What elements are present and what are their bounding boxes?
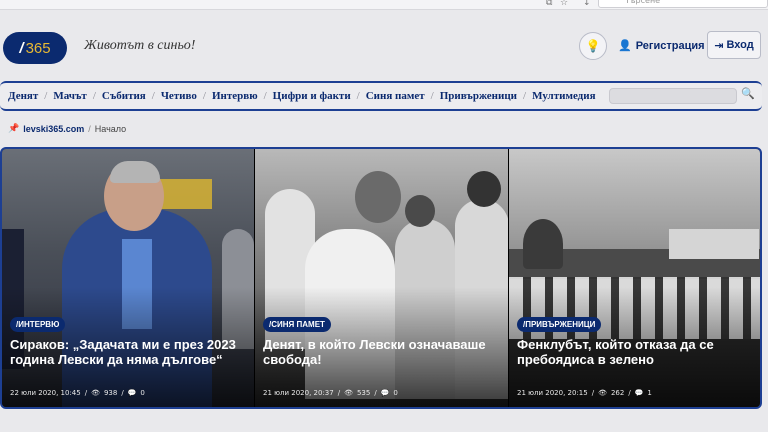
article-date: 21 юли 2020, 20:37: [263, 389, 334, 397]
featured-card[interactable]: /ПРИВЪРЖЕНИЦИ Фенклубът, който отказа да…: [508, 149, 760, 407]
register-button[interactable]: 👤 Регистрация: [618, 39, 705, 52]
nav-item-multimedia[interactable]: Мултимедия: [532, 90, 595, 102]
nav-item-machat[interactable]: Мачът: [53, 90, 86, 102]
main-nav: Денят / Мачът / Събития / Четиво / Интер…: [0, 81, 762, 111]
article-date: 21 юли 2020, 20:15: [517, 389, 588, 397]
nav-separator: /: [44, 90, 48, 102]
nav-item-sinya-pamet[interactable]: Синя памет: [366, 90, 425, 102]
search-icon[interactable]: 🔍: [741, 87, 755, 100]
site-search-input[interactable]: [609, 88, 737, 104]
photo-shape: [669, 229, 759, 259]
meta-separator: /: [84, 389, 88, 397]
category-badge[interactable]: /СИНЯ ПАМЕТ: [263, 317, 331, 332]
nav-item-intervyu[interactable]: Интервю: [212, 90, 258, 102]
article-title[interactable]: Фенклубът, който отказа да се пребоядиса…: [517, 337, 754, 367]
category-badge[interactable]: /ПРИВЪРЖЕНИЦИ: [517, 317, 602, 332]
comment-icon: 💬: [634, 389, 644, 397]
nav-separator: /: [92, 90, 96, 102]
breadcrumb-home[interactable]: levski365.com: [23, 124, 84, 134]
photo-shape: [523, 219, 563, 269]
breadcrumb: 📌 levski365.com / Начало: [8, 124, 126, 134]
photo-shape: [405, 195, 435, 227]
nav-item-privarzhenici[interactable]: Привърженици: [440, 90, 517, 102]
star-icon[interactable]: ☆: [560, 0, 568, 8]
view-count: 535: [356, 389, 371, 397]
nav-separator: /: [151, 90, 155, 102]
article-title[interactable]: Денят, в който Левски означаваше свобода…: [263, 337, 502, 367]
site-header: / 365 Животът в синьо! 💡 👤 Регистрация ⇥…: [0, 10, 768, 80]
article-title[interactable]: Сираков: „Задачата ми е през 2023 година…: [10, 337, 248, 367]
featured-articles: /ИНТЕРВЮ Сираков: „Задачата ми е през 20…: [0, 147, 762, 409]
pin-icon: 📌: [8, 124, 20, 134]
nav-separator: /: [523, 90, 527, 102]
comment-count: 0: [393, 389, 398, 397]
login-label: Вход: [726, 39, 754, 51]
featured-card[interactable]: /СИНЯ ПАМЕТ Денят, в който Левски означа…: [254, 149, 508, 407]
nav-item-sabitiya[interactable]: Събития: [102, 90, 146, 102]
featured-card[interactable]: /ИНТЕРВЮ Сираков: „Задачата ми е през 20…: [2, 149, 254, 407]
meta-separator: /: [628, 389, 631, 397]
site-tagline: Животът в синьо!: [84, 38, 196, 53]
lightbulb-button[interactable]: 💡: [579, 32, 607, 60]
nav-separator: /: [263, 90, 267, 102]
photo-shape: [110, 161, 160, 183]
eye-icon: 👁: [344, 389, 353, 397]
photo-shape: [467, 171, 501, 207]
eye-icon: 👁: [598, 389, 607, 397]
nav-separator: /: [202, 90, 206, 102]
download-icon[interactable]: ↓: [583, 0, 591, 8]
category-badge[interactable]: /ИНТЕРВЮ: [10, 317, 66, 332]
meta-separator: /: [121, 389, 124, 397]
site-logo[interactable]: / 365: [3, 32, 67, 64]
comment-count: 1: [647, 389, 652, 397]
comment-count: 0: [140, 389, 145, 397]
comment-icon: 💬: [380, 389, 390, 397]
article-date: 22 юли 2020, 10:45: [10, 389, 81, 397]
nav-separator: /: [356, 90, 360, 102]
sign-in-icon: ⇥: [714, 38, 724, 52]
breadcrumb-separator: /: [88, 124, 91, 134]
browser-search-input[interactable]: Търсене: [598, 0, 768, 8]
nav-item-denyat[interactable]: Денят: [8, 90, 38, 102]
register-label: Регистрация: [635, 39, 705, 52]
user-plus-icon: 👤: [618, 39, 632, 52]
comment-icon: 💬: [127, 389, 137, 397]
browser-toolbar: ⧉ ☆ ↓ Търсене: [0, 0, 768, 10]
article-meta: 21 юли 2020, 20:15 / 👁 262 / 💬 1: [517, 389, 652, 397]
logo-number: 365: [25, 39, 51, 57]
nav-item-chetivo[interactable]: Четиво: [161, 90, 197, 102]
view-count: 262: [610, 389, 625, 397]
nav-separator: /: [430, 90, 434, 102]
logo-slash: /: [19, 39, 24, 57]
meta-separator: /: [374, 389, 377, 397]
meta-separator: /: [337, 389, 341, 397]
lightbulb-icon: 💡: [585, 39, 601, 53]
article-meta: 21 юли 2020, 20:37 / 👁 535 / 💬 0: [263, 389, 398, 397]
photo-shape: [355, 171, 401, 223]
eye-icon: 👁: [91, 389, 100, 397]
login-button[interactable]: ⇥ Вход: [707, 31, 761, 59]
breadcrumb-current: Начало: [94, 124, 127, 134]
article-meta: 22 юли 2020, 10:45 / 👁 938 / 💬 0: [10, 389, 145, 397]
nav-item-cifri[interactable]: Цифри и факти: [273, 90, 351, 102]
copy-icon[interactable]: ⧉: [546, 0, 552, 8]
meta-separator: /: [591, 389, 595, 397]
view-count: 938: [103, 389, 118, 397]
